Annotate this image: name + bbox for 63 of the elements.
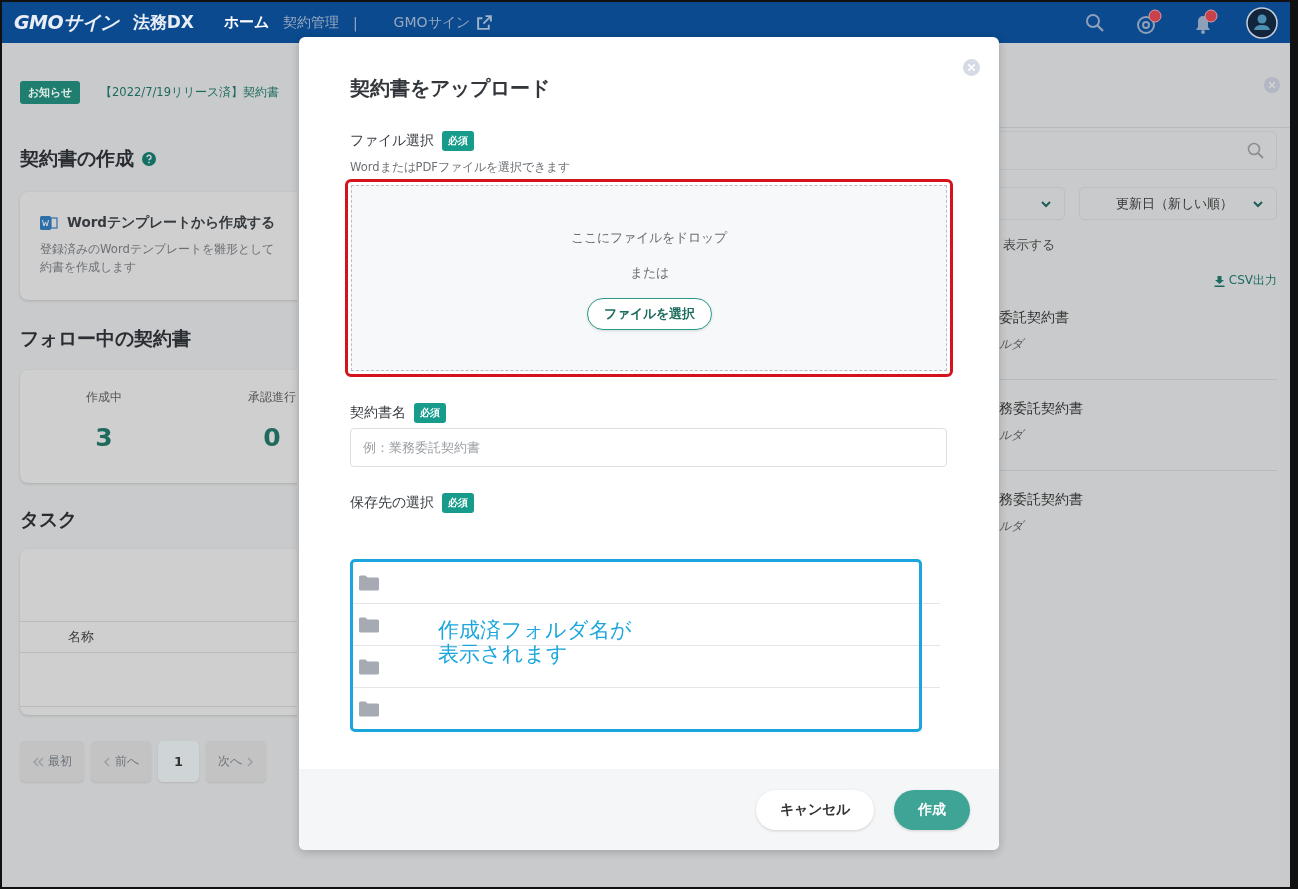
folder-icon[interactable]	[359, 574, 379, 591]
column-header: 名称	[68, 628, 94, 646]
folder-name: ルダ	[999, 336, 1026, 353]
chevron-down-icon	[1252, 199, 1264, 208]
search-field[interactable]	[999, 131, 1277, 170]
double-chevron-left-icon	[32, 756, 44, 767]
avatar-icon[interactable]	[1246, 6, 1278, 39]
contract-title[interactable]: 務委託契約書	[999, 400, 1277, 418]
chevron-right-icon	[246, 756, 255, 767]
nav-link[interactable]: GMOサイン	[393, 13, 493, 32]
required-badge: 必須	[414, 403, 446, 423]
section-heading: 契約書の作成	[20, 146, 134, 171]
logo[interactable]: GMOサイン	[14, 9, 119, 36]
contract-title[interactable]: 委託契約書	[999, 309, 1277, 327]
close-icon[interactable]	[1264, 77, 1280, 93]
section-heading: タスク	[20, 507, 78, 532]
document-icon	[40, 215, 58, 231]
field-label: 保存先の選択	[350, 494, 434, 512]
required-badge: 必須	[442, 493, 474, 513]
notice-link[interactable]: 【2022/7/19リリース済】契約書	[100, 85, 279, 100]
card-title: Wordテンプレートから作成する	[67, 214, 275, 232]
cancel-button[interactable]: キャンセル	[756, 789, 874, 830]
dialog-title: 契約書をアップロード	[350, 75, 551, 101]
chevron-down-icon	[1040, 199, 1052, 208]
chevron-left-icon	[103, 756, 111, 767]
csv-export-link[interactable]: CSV出力	[1213, 272, 1277, 289]
folder-name: ルダ	[999, 518, 1026, 535]
contract-name-field[interactable]: 例：業務委託契約書	[350, 428, 947, 467]
hint-text: WordまたはPDFファイルを選択できます	[350, 160, 571, 175]
folder-icon[interactable]	[359, 658, 379, 675]
field-label: ファイル選択	[350, 132, 434, 150]
folder-icon[interactable]	[359, 700, 379, 717]
pagination-button[interactable]: 1	[158, 741, 200, 782]
nav-link[interactable]: ホーム	[223, 13, 269, 32]
required-badge: 必須	[442, 131, 474, 151]
search-icon	[1246, 140, 1266, 161]
sort-dropdown[interactable]: 更新日（新しい順）	[1079, 187, 1277, 220]
notice-badge: お知らせ	[20, 81, 80, 104]
product-name: 法務DX	[132, 11, 194, 34]
contract-title[interactable]: 務委託契約書	[999, 491, 1277, 509]
folder-name: ルダ	[999, 427, 1026, 444]
select-file-button[interactable]: ファイルを選択	[586, 298, 712, 330]
section-heading: フォロー中の契約書	[20, 326, 192, 351]
checkbox-label: 表示する	[1002, 237, 1056, 254]
folder-icon[interactable]	[359, 616, 379, 633]
stat-value[interactable]: 3	[95, 423, 113, 452]
search-icon[interactable]	[1084, 11, 1106, 34]
card-description: 登録済みのWordテンプレートを雛形として 約書を作成します	[40, 241, 275, 276]
drop-text: ここにファイルをドロップ	[571, 230, 727, 247]
stat-label: 承認進行	[248, 390, 296, 405]
annotation-note: 作成済フォルダ名が 表示されます	[438, 618, 632, 666]
download-icon	[1213, 274, 1225, 287]
nav-link[interactable]: 契約管理	[282, 13, 339, 32]
drop-text: または	[629, 265, 669, 282]
help-icon[interactable]	[142, 152, 156, 166]
external-link-icon	[475, 14, 493, 31]
close-icon[interactable]	[963, 59, 980, 76]
drop-zone[interactable]: ここにファイルをドロップ または ファイルを選択	[351, 185, 947, 371]
nav-separator: |	[352, 14, 358, 31]
template-card[interactable]: Wordテンプレートから作成する 登録済みのWordテンプレートを雛形として 約書を作成します	[20, 192, 297, 300]
field-label: 契約書名	[350, 404, 406, 422]
stat-label: 作成中	[86, 390, 122, 405]
stat-value[interactable]: 0	[263, 423, 281, 452]
